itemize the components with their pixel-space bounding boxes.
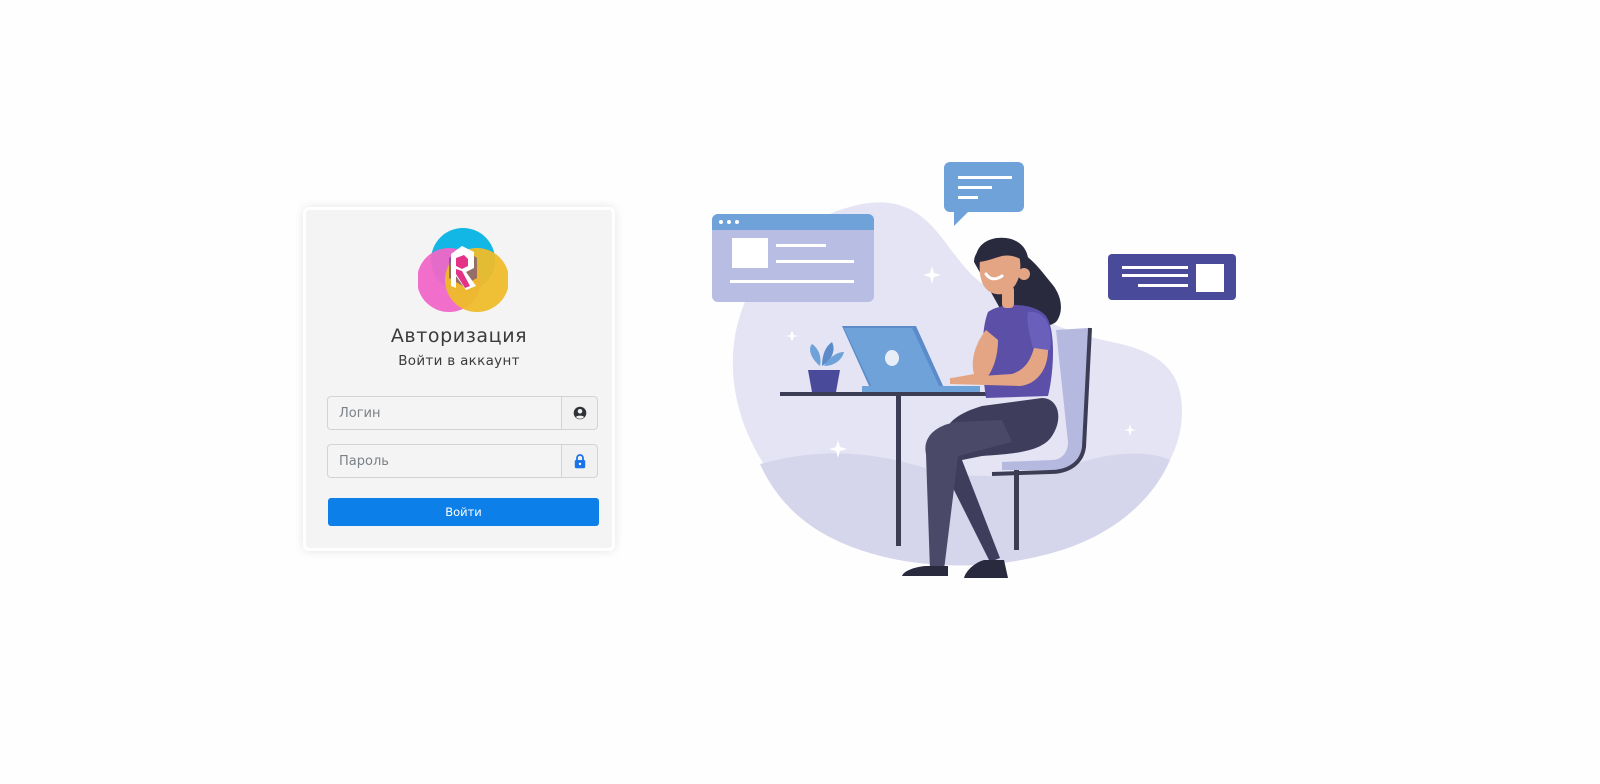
brand-logo-icon: [418, 228, 508, 312]
lock-icon: [574, 453, 585, 468]
password-input[interactable]: [327, 444, 561, 478]
browser-window-card: [712, 214, 874, 302]
login-addon: [561, 396, 598, 430]
page-subtitle: Войти в аккаунт: [398, 353, 520, 369]
chat-bubble: [944, 162, 1024, 226]
login-input-group: [327, 396, 598, 430]
illustration-woman-at-laptop: [712, 162, 1236, 578]
login-page: Авторизация Войти в аккаунт Логин Войти: [0, 0, 1600, 784]
user-circle-icon: [573, 406, 586, 420]
login-card: Авторизация Войти в аккаунт Логин Войти: [303, 207, 615, 551]
password-input-group: [327, 444, 598, 478]
login-submit-button[interactable]: Войти: [328, 498, 599, 526]
info-card: [1108, 254, 1236, 300]
password-addon: [561, 444, 598, 478]
login-input[interactable]: [327, 396, 561, 430]
page-title: Авторизация: [390, 325, 528, 347]
